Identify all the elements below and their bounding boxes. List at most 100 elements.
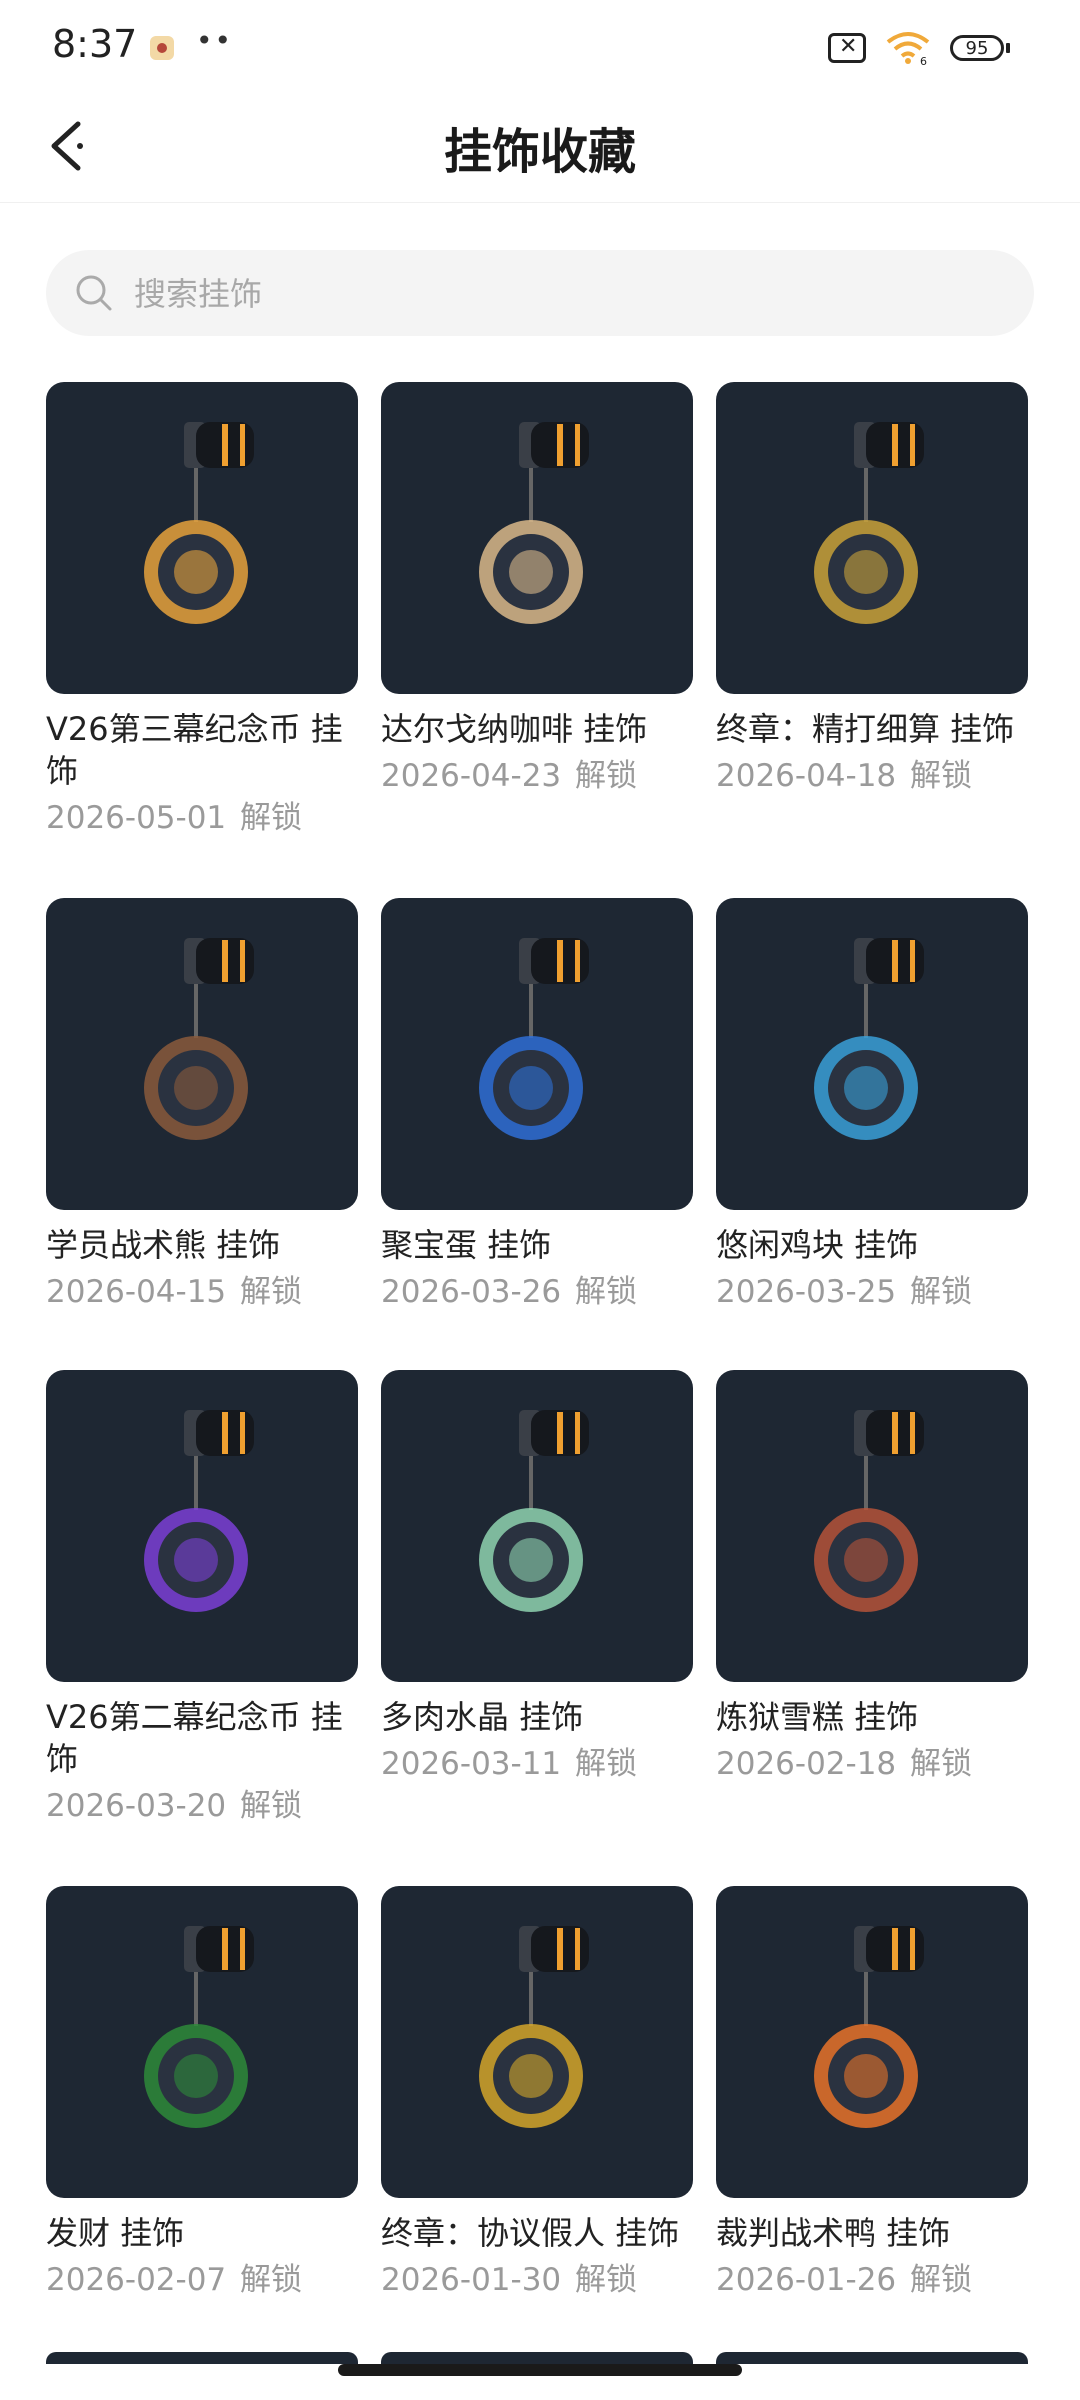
charm-thumbnail[interactable]	[46, 382, 358, 694]
unlock-date: 2026-01-30	[381, 2262, 562, 2298]
charm-name: V26第三幕纪念币 挂饰	[46, 710, 343, 790]
unlock-date-row: 2026-04-23 解锁	[381, 756, 693, 796]
unlock-date-row: 2026-03-11 解锁	[381, 1744, 693, 1784]
battery-level: 95	[950, 35, 1004, 61]
unlock-date: 2026-03-25	[716, 1274, 897, 1310]
charm-card[interactable]: V26第三幕纪念币 挂饰 2026-05-01 解锁	[46, 382, 358, 838]
charm-name: 达尔戈纳咖啡 挂饰	[381, 710, 648, 748]
more-notifications-icon: ••	[196, 24, 234, 57]
charm-card[interactable]: 终章：精打细算 挂饰 2026-04-18 解锁	[716, 382, 1028, 796]
golden-pig-charm-icon	[814, 422, 924, 624]
unlock-date: 2026-02-07	[46, 2262, 227, 2298]
charm-card[interactable]: 达尔戈纳咖啡 挂饰 2026-04-23 解锁	[381, 382, 693, 796]
charm-thumbnail[interactable]	[46, 1370, 358, 1682]
charm-name: 终章：精打细算 挂饰	[716, 710, 1015, 748]
home-indicator[interactable]	[338, 2364, 742, 2376]
next-row-thumb	[381, 2352, 693, 2364]
charm-name: 学员战术熊 挂饰	[46, 1226, 281, 1264]
charm-thumbnail[interactable]	[381, 1370, 693, 1682]
page-title: 挂饰收藏	[443, 124, 636, 180]
wifi-icon: 6	[886, 32, 930, 66]
unlock-date: 2026-03-20	[46, 1788, 227, 1824]
crystal-terrarium-charm-icon	[479, 1410, 589, 1612]
unlock-label: 解锁	[910, 1274, 973, 1310]
gold-dummy-charm-icon	[479, 1926, 589, 2128]
coin-charm-icon	[144, 1410, 254, 1612]
unlock-label: 解锁	[575, 1746, 638, 1782]
charm-thumbnail[interactable]	[716, 898, 1028, 1210]
mahjong-tile-charm-icon	[144, 1926, 254, 2128]
charm-card[interactable]: 聚宝蛋 挂饰 2026-03-26 解锁	[381, 898, 693, 1312]
charm-name: 聚宝蛋 挂饰	[381, 1226, 552, 1264]
charm-thumbnail[interactable]	[46, 898, 358, 1210]
unlock-label: 解锁	[575, 2262, 638, 2298]
charm-card[interactable]: 学员战术熊 挂饰 2026-04-15 解锁	[46, 898, 358, 1312]
unlock-label: 解锁	[240, 1274, 303, 1310]
search-icon	[76, 275, 112, 311]
app-notification-icon	[150, 36, 174, 60]
unlock-date: 2026-04-15	[46, 1274, 227, 1310]
charm-card[interactable]: 终章：协议假人 挂饰 2026-01-30 解锁	[381, 1886, 693, 2300]
no-sim-icon: ✕	[828, 33, 866, 63]
status-time: 8:37	[52, 22, 138, 66]
charm-name: 多肉水晶 挂饰	[381, 1698, 584, 1736]
bear-charm-icon	[144, 938, 254, 1140]
signal-label: 6	[920, 55, 927, 66]
unlock-date-row: 2026-01-26 解锁	[716, 2260, 1028, 2300]
charm-name: 裁判战术鸭 挂饰	[716, 2214, 951, 2252]
unlock-date: 2026-01-26	[716, 2262, 897, 2298]
charm-name: 终章：协议假人 挂饰	[381, 2214, 680, 2252]
coin-charm-icon	[144, 422, 254, 624]
unlock-label: 解锁	[910, 758, 973, 794]
charm-card[interactable]: V26第二幕纪念币 挂饰 2026-03-20 解锁	[46, 1370, 358, 1826]
header: 挂饰收藏	[0, 90, 1080, 203]
charm-thumbnail[interactable]	[716, 1886, 1028, 2198]
charm-name: 发财 挂饰	[46, 2214, 185, 2252]
charm-card[interactable]: 裁判战术鸭 挂饰 2026-01-26 解锁	[716, 1886, 1028, 2300]
charm-card[interactable]: 发财 挂饰 2026-02-07 解锁	[46, 1886, 358, 2300]
popsicle-charm-icon	[814, 1410, 924, 1612]
search-bar[interactable]	[46, 250, 1034, 338]
status-bar: 8:37 •• ✕ 6 95	[0, 0, 1080, 90]
unlock-date: 2026-05-01	[46, 800, 227, 836]
unlock-date: 2026-04-18	[716, 758, 897, 794]
unlock-date-row: 2026-02-18 解锁	[716, 1744, 1028, 1784]
charm-name: 炼狱雪糕 挂饰	[716, 1698, 919, 1736]
unlock-label: 解锁	[240, 800, 303, 836]
charm-thumbnail[interactable]	[716, 1370, 1028, 1682]
charm-thumbnail[interactable]	[381, 382, 693, 694]
unlock-label: 解锁	[575, 758, 638, 794]
unlock-date-row: 2026-03-25 解锁	[716, 1272, 1028, 1312]
nugget-charm-icon	[814, 938, 924, 1140]
unlock-date-row: 2026-04-15 解锁	[46, 1272, 358, 1312]
unlock-label: 解锁	[240, 2262, 303, 2298]
unlock-date: 2026-04-23	[381, 758, 562, 794]
unlock-date-row: 2026-03-20 解锁	[46, 1786, 358, 1826]
unlock-date-row: 2026-02-07 解锁	[46, 2260, 358, 2300]
unlock-label: 解锁	[910, 2262, 973, 2298]
charm-name: 悠闲鸡块 挂饰	[716, 1226, 919, 1264]
next-row-thumb	[716, 2352, 1028, 2364]
unlock-label: 解锁	[240, 1788, 303, 1824]
charm-thumbnail[interactable]	[46, 1886, 358, 2198]
unlock-date-row: 2026-01-30 解锁	[381, 2260, 693, 2300]
next-row-thumb	[46, 2352, 358, 2364]
unlock-date-row: 2026-04-18 解锁	[716, 756, 1028, 796]
unlock-label: 解锁	[910, 1746, 973, 1782]
unlock-date: 2026-02-18	[716, 1746, 897, 1782]
egg-charm-icon	[479, 938, 589, 1140]
charm-thumbnail[interactable]	[381, 898, 693, 1210]
unlock-date-row: 2026-05-01 解锁	[46, 798, 358, 838]
charm-card[interactable]: 多肉水晶 挂饰 2026-03-11 解锁	[381, 1370, 693, 1784]
search-input[interactable]	[132, 250, 996, 338]
charm-card[interactable]: 悠闲鸡块 挂饰 2026-03-25 解锁	[716, 898, 1028, 1312]
unlock-date: 2026-03-26	[381, 1274, 562, 1310]
coffee-cup-charm-icon	[479, 422, 589, 624]
battery-icon: 95	[950, 35, 1010, 61]
unlock-date-row: 2026-03-26 解锁	[381, 1272, 693, 1312]
charm-thumbnail[interactable]	[381, 1886, 693, 2198]
referee-duck-charm-icon	[814, 1926, 924, 2128]
charm-thumbnail[interactable]	[716, 382, 1028, 694]
unlock-label: 解锁	[575, 1274, 638, 1310]
charm-card[interactable]: 炼狱雪糕 挂饰 2026-02-18 解锁	[716, 1370, 1028, 1784]
